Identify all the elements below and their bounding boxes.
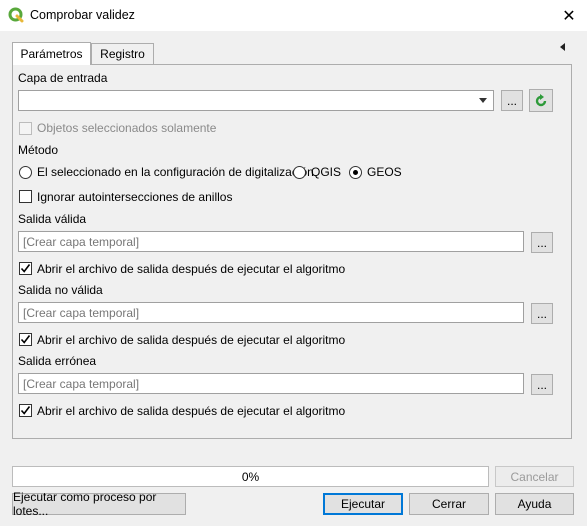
refresh-icon bbox=[535, 93, 547, 106]
radio-selected-dot bbox=[353, 170, 358, 175]
valid-output-open-checkbox[interactable] bbox=[19, 262, 32, 275]
error-output-open-label: Abrir el archivo de salida después de ej… bbox=[37, 404, 346, 418]
close-window-button[interactable]: ✕ bbox=[552, 2, 586, 29]
chevron-down-icon bbox=[479, 98, 487, 103]
method-option-label: El seleccionado en la configuración de d… bbox=[37, 165, 314, 179]
selected-only-checkbox[interactable] bbox=[19, 122, 32, 135]
checkmark-icon bbox=[20, 335, 31, 344]
valid-output-field[interactable]: [Crear capa temporal] bbox=[18, 231, 524, 252]
run-button[interactable]: Ejecutar bbox=[323, 493, 403, 515]
invalid-output-open-label: Abrir el archivo de salida después de ej… bbox=[37, 333, 346, 347]
checkmark-icon bbox=[20, 406, 31, 415]
method-option-label: QGIS bbox=[311, 165, 342, 179]
invalid-output-field[interactable]: [Crear capa temporal] bbox=[18, 302, 524, 323]
qgis-icon bbox=[8, 7, 24, 23]
tab-label: Registro bbox=[100, 47, 145, 61]
valid-output-browse-button[interactable]: ... bbox=[531, 232, 553, 253]
ignore-ring-label: Ignorar autointersecciones de anillos bbox=[37, 190, 233, 204]
method-label: Método bbox=[18, 143, 59, 157]
error-output-placeholder: [Crear capa temporal] bbox=[23, 376, 140, 391]
invalid-output-open-checkbox[interactable] bbox=[19, 333, 32, 346]
valid-output-open-label: Abrir el archivo de salida después de ej… bbox=[37, 262, 346, 276]
input-layer-label: Capa de entrada bbox=[18, 71, 108, 85]
error-output-field[interactable]: [Crear capa temporal] bbox=[18, 373, 524, 394]
close-button[interactable]: Cerrar bbox=[409, 493, 489, 515]
ignore-ring-checkbox[interactable] bbox=[19, 190, 32, 203]
method-radio-qgis[interactable] bbox=[293, 166, 306, 179]
iterate-button[interactable] bbox=[529, 89, 553, 112]
error-output-open-checkbox[interactable] bbox=[19, 404, 32, 417]
selected-only-label: Objetos seleccionados solamente bbox=[37, 121, 217, 135]
method-radio-digitizing[interactable] bbox=[19, 166, 32, 179]
method-radio-geos[interactable] bbox=[349, 166, 362, 179]
invalid-output-browse-button[interactable]: ... bbox=[531, 303, 553, 324]
error-output-label: Salida errónea bbox=[18, 354, 97, 368]
valid-output-placeholder: [Crear capa temporal] bbox=[23, 234, 140, 249]
error-output-browse-button[interactable]: ... bbox=[531, 374, 553, 395]
input-layer-combobox[interactable] bbox=[18, 90, 494, 111]
method-option-label: GEOS bbox=[367, 165, 402, 179]
invalid-output-placeholder: [Crear capa temporal] bbox=[23, 305, 140, 320]
progress-bar: 0% bbox=[12, 466, 489, 487]
tab-parametros[interactable]: Parámetros bbox=[12, 42, 91, 65]
close-icon: ✕ bbox=[562, 7, 576, 25]
help-button[interactable]: Ayuda bbox=[495, 493, 574, 515]
input-layer-browse-button[interactable]: ... bbox=[501, 90, 523, 111]
tab-registro[interactable]: Registro bbox=[91, 43, 154, 64]
collapse-panel-icon[interactable] bbox=[560, 43, 565, 51]
progress-text: 0% bbox=[241, 469, 260, 484]
cancel-button[interactable]: Cancelar bbox=[495, 466, 574, 487]
window-title: Comprobar validez bbox=[30, 8, 135, 22]
batch-process-button[interactable]: Ejecutar como proceso por lotes... bbox=[12, 490, 186, 518]
tab-label: Parámetros bbox=[20, 47, 83, 61]
checkmark-icon bbox=[20, 264, 31, 273]
valid-output-label: Salida válida bbox=[18, 212, 87, 226]
invalid-output-label: Salida no válida bbox=[18, 283, 103, 297]
